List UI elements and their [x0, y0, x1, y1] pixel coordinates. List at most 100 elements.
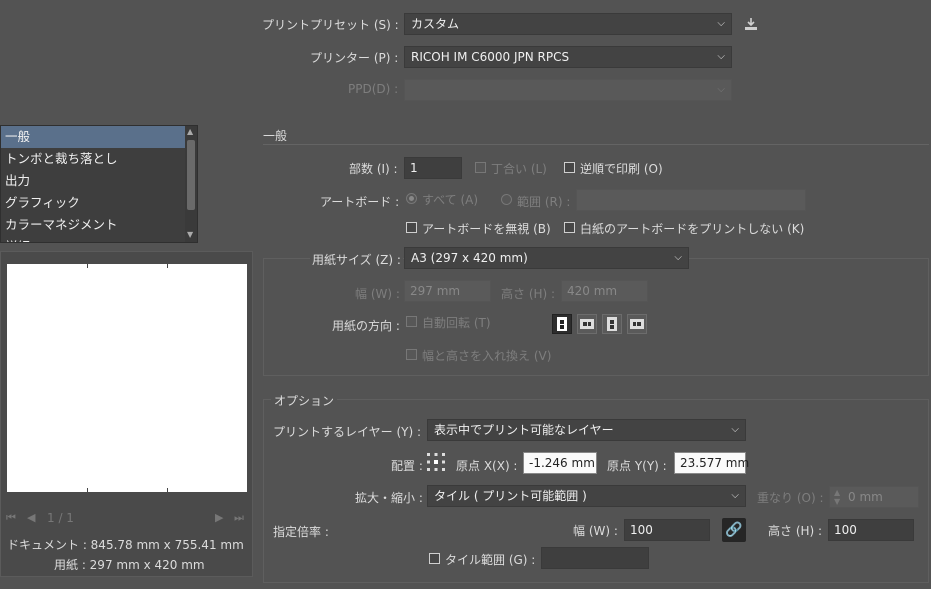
- category-list[interactable]: 一般 トンボと裁ち落とし 出力 グラフィック カラーマネジメント 詳細 ▲ ▼: [0, 125, 198, 243]
- copies-label: 部数 (I) :: [349, 162, 398, 176]
- scrollbar-thumb[interactable]: [187, 140, 195, 210]
- prev-page-icon[interactable]: ◀: [27, 511, 35, 524]
- origin-y-label: 原点 Y(Y) :: [607, 459, 667, 473]
- overlap-label: 重なり (O) :: [757, 491, 824, 505]
- custom-scale-label: 指定倍率 :: [273, 525, 329, 539]
- scaling-value: タイル ( プリント可能範囲 ): [434, 489, 587, 503]
- layers-label: プリントするレイヤー (Y) :: [273, 425, 422, 439]
- page-indicator: 1 / 1: [47, 511, 74, 525]
- next-page-icon[interactable]: ▶: [215, 511, 223, 524]
- paper-size-select[interactable]: A3 (297 x 420 mm) ⌵: [404, 247, 689, 269]
- preview-paper[interactable]: [7, 264, 247, 492]
- origin-x-label: 原点 X(X) :: [456, 459, 518, 473]
- width-input: 297 mm: [404, 280, 491, 302]
- overlap-input: ▲ ▼ 0 mm: [829, 486, 919, 508]
- printer-value: RICOH IM C6000 JPN RPCS: [411, 50, 570, 64]
- save-preset-icon[interactable]: [743, 16, 759, 32]
- printer-select[interactable]: RICOH IM C6000 JPN RPCS ⌵: [404, 46, 732, 68]
- sidebar-item-color-management[interactable]: カラーマネジメント: [1, 214, 197, 236]
- copies-input[interactable]: 1: [404, 157, 462, 179]
- sidebar-scrollbar[interactable]: ▲ ▼: [185, 126, 197, 242]
- overlap-value: 0 mm: [848, 490, 883, 504]
- stepper-icon: ▲ ▼: [834, 488, 841, 506]
- scale-width-input[interactable]: 100: [624, 519, 710, 541]
- printer-label: プリンター (P) :: [310, 51, 399, 65]
- scale-height-input[interactable]: 100: [828, 519, 914, 541]
- reverse-order-label: 逆順で印刷 (O): [580, 162, 663, 176]
- document-size: ドキュメント : 845.78 mm x 755.41 mm: [7, 538, 244, 552]
- chevron-down-icon: ⌵: [717, 18, 725, 29]
- crop-mark: [167, 488, 168, 492]
- crop-mark: [167, 264, 168, 268]
- placement-label: 配置 :: [391, 459, 423, 473]
- artboard-range-radio: [501, 194, 512, 205]
- scroll-down-icon[interactable]: ▼: [187, 230, 193, 239]
- preset-label: プリントプリセット (S) :: [262, 18, 399, 32]
- height-input: 420 mm: [561, 280, 648, 302]
- reverse-order-checkbox[interactable]: [564, 162, 575, 173]
- collate-checkbox: [475, 162, 486, 173]
- scroll-up-icon[interactable]: ▲: [187, 127, 193, 136]
- chevron-down-icon: ⌵: [674, 252, 682, 263]
- artboard-label: アートボード :: [320, 195, 400, 209]
- paper-size-label: 用紙サイズ (Z) :: [310, 251, 403, 268]
- reference-point-icon[interactable]: [426, 452, 446, 472]
- artboard-range-input: [576, 189, 806, 211]
- transverse-checkbox: [406, 349, 417, 360]
- layers-select[interactable]: 表示中でプリント可能なレイヤー ⌵: [427, 419, 746, 441]
- chevron-down-icon: ⌵: [717, 51, 725, 62]
- height-label: 高さ (H) :: [501, 287, 556, 301]
- portrait-orientation-icon[interactable]: [552, 314, 572, 334]
- crop-mark: [87, 264, 88, 268]
- chevron-down-icon: ⌵: [731, 424, 739, 435]
- scale-width-label: 幅 (W) :: [573, 524, 618, 538]
- origin-y-input[interactable]: 23.577 mm: [674, 452, 749, 474]
- paper-size: 用紙 : 297 mm x 420 mm: [54, 558, 205, 572]
- tile-range-input[interactable]: [541, 547, 649, 569]
- preset-select[interactable]: カスタム ⌵: [404, 13, 732, 35]
- preset-value: カスタム: [411, 17, 460, 31]
- ignore-artboards-checkbox[interactable]: [406, 222, 417, 233]
- skip-blank-label: 白紙のアートボードをプリントしない (K): [580, 222, 805, 236]
- sidebar-item-general[interactable]: 一般: [1, 126, 186, 148]
- auto-rotate-label: 自動回転 (T): [422, 316, 491, 330]
- transverse-label: 幅と高さを入れ換え (V): [422, 349, 552, 363]
- ignore-artboards-label: アートボードを無視 (B): [422, 222, 551, 236]
- artboard-all-label: すべて (A): [422, 193, 479, 207]
- sidebar-item-output[interactable]: 出力: [1, 170, 197, 192]
- first-page-icon[interactable]: ⏮: [6, 511, 16, 525]
- last-page-icon[interactable]: ⏭: [234, 511, 244, 525]
- link-icon[interactable]: 🔗: [722, 518, 746, 542]
- chevron-down-icon: ⌵: [731, 490, 739, 501]
- general-section-title: 一般: [263, 129, 288, 143]
- divider: [263, 144, 929, 145]
- ppd-label: PPD(D) :: [348, 82, 399, 96]
- landscape-orientation-icon[interactable]: [577, 314, 597, 334]
- landscape-flipped-orientation-icon[interactable]: [627, 314, 647, 334]
- sidebar-item-marks-bleed[interactable]: トンボと裁ち落とし: [1, 148, 197, 170]
- scaling-select[interactable]: タイル ( プリント可能範囲 ) ⌵: [427, 485, 746, 507]
- layers-value: 表示中でプリント可能なレイヤー: [434, 423, 614, 437]
- auto-rotate-checkbox: [406, 316, 417, 327]
- page-navigation: ⏮ ◀ 1 / 1 ▶ ⏭: [1, 509, 252, 529]
- crop-mark: [87, 488, 88, 492]
- artboard-all-radio: [406, 193, 417, 204]
- scaling-label: 拡大・縮小 :: [355, 491, 423, 505]
- chevron-down-icon: ⌵: [717, 84, 725, 95]
- artboard-range-label: 範囲 (R) :: [517, 195, 571, 209]
- sidebar-item-advanced[interactable]: 詳細: [1, 236, 197, 242]
- tile-range-checkbox[interactable]: [429, 553, 440, 564]
- skip-blank-checkbox[interactable]: [564, 222, 575, 233]
- origin-x-input[interactable]: -1.246 mm: [523, 452, 597, 474]
- ppd-select: ⌵: [404, 79, 732, 101]
- collate-label: 丁合い (L): [491, 162, 547, 176]
- options-section-title: オプション: [271, 392, 338, 409]
- paper-size-value: A3 (297 x 420 mm): [411, 251, 528, 265]
- portrait-flipped-orientation-icon[interactable]: [602, 314, 622, 334]
- width-label: 幅 (W) :: [355, 287, 400, 301]
- print-preview: ⏮ ◀ 1 / 1 ▶ ⏭ ドキュメント : 845.78 mm x 755.4…: [0, 251, 253, 577]
- orientation-label: 用紙の方向 :: [332, 319, 400, 333]
- scale-height-label: 高さ (H) :: [768, 524, 823, 538]
- tile-range-label: タイル範囲 (G) :: [445, 553, 536, 567]
- sidebar-item-graphics[interactable]: グラフィック: [1, 192, 197, 214]
